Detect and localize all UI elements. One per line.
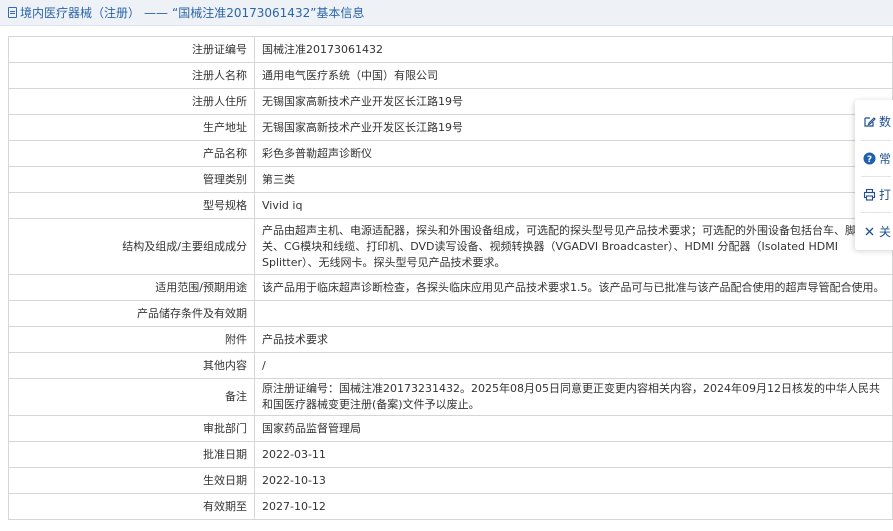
field-label: 管理类别 (8, 166, 255, 193)
field-value (254, 300, 893, 327)
table-row: 注册证编号 国械注准20173061432 (8, 36, 893, 63)
field-label: 产品名称 (8, 140, 255, 167)
field-label: 批准日期 (8, 441, 255, 468)
field-value: / (254, 352, 893, 379)
field-label: 注册人住所 (8, 88, 255, 115)
float-divider (861, 176, 891, 177)
field-value: 国家药品监督管理局 (254, 415, 893, 442)
table-row: 批准日期 2022-03-11 (8, 441, 893, 468)
float-divider (861, 140, 891, 141)
table-row: 适用范围/预期用途 该产品用于临床超声诊断检查，各探头临床应用见产品技术要求1.… (8, 274, 893, 301)
table-row: 管理类别 第三类 (8, 166, 893, 193)
field-value: Vivid iq (254, 192, 893, 219)
field-value: 无锡国家高新技术产业开发区长江路19号 (254, 114, 893, 141)
field-value: 通用电气医疗系统（中国）有限公司 (254, 62, 893, 89)
field-label: 生产地址 (8, 114, 255, 141)
field-value: 该产品用于临床超声诊断检查，各探头临床应用见产品技术要求1.5。该产品可与已批准… (254, 274, 893, 301)
field-label: 注册证编号 (8, 36, 255, 63)
field-value: 无锡国家高新技术产业开发区长江路19号 (254, 88, 893, 115)
float-item-label: 常 (879, 151, 892, 166)
float-print-button[interactable]: 打 (855, 180, 893, 208)
field-label: 产品储存条件及有效期 (8, 300, 255, 327)
table-row: 其他内容 / (8, 352, 893, 379)
breadcrumb-category[interactable]: 境内医疗器械（注册） (20, 4, 140, 21)
table-row: 备注 原注册证编号：国械注准20173231432。2025年08月05日同意更… (8, 378, 893, 416)
page-title: “国械注准20173061432”基本信息 (172, 6, 365, 20)
table-row: 审批部门 国家药品监督管理局 (8, 415, 893, 442)
table-row: 生产地址 无锡国家高新技术产业开发区长江路19号 (8, 114, 893, 141)
registration-detail-table: 注册证编号 国械注准20173061432 注册人名称 通用电气医疗系统（中国）… (8, 36, 893, 520)
field-label: 生效日期 (8, 467, 255, 494)
float-item-label: 打 (879, 187, 892, 202)
floating-toolbar: 数 ? 常 打 关 (855, 100, 893, 250)
table-row: 附件 产品技术要求 (8, 326, 893, 353)
float-item-label: 关 (879, 224, 892, 239)
field-label: 有效期至 (8, 493, 255, 520)
field-value: 产品由超声主机、电源适配器，探头和外围设备组成，可选配的探头型号见产品技术要求；… (254, 218, 893, 275)
float-item-label: 数 (879, 114, 892, 129)
breadcrumb-separator: —— (144, 5, 169, 20)
field-value: 2022-03-11 (254, 441, 893, 468)
field-label: 型号规格 (8, 192, 255, 219)
table-row: 产品储存条件及有效期 (8, 300, 893, 327)
table-row: 注册人名称 通用电气医疗系统（中国）有限公司 (8, 62, 893, 89)
table-row: 结构及组成/主要组成成分 产品由超声主机、电源适配器，探头和外围设备组成，可选配… (8, 218, 893, 275)
svg-text:?: ? (866, 155, 871, 165)
table-row: 生效日期 2022-10-13 (8, 467, 893, 494)
field-value: 国械注准20173061432 (254, 36, 893, 63)
field-label: 备注 (8, 378, 255, 416)
close-icon (862, 224, 876, 238)
help-icon: ? (862, 151, 876, 165)
field-label: 适用范围/预期用途 (8, 274, 255, 301)
print-icon (862, 187, 876, 201)
table-row: 型号规格 Vivid iq (8, 192, 893, 219)
float-data-button[interactable]: 数 (855, 107, 893, 135)
field-value: 2022-10-13 (254, 467, 893, 494)
field-value: 产品技术要求 (254, 326, 893, 353)
table-row: 有效期至 2027-10-12 (8, 493, 893, 520)
float-divider (861, 212, 891, 213)
field-value: 彩色多普勒超声诊断仪 (254, 140, 893, 167)
field-label: 结构及组成/主要组成成分 (8, 218, 255, 275)
edit-icon (862, 114, 876, 128)
field-label: 注册人名称 (8, 62, 255, 89)
float-close-button[interactable]: 关 (855, 217, 893, 245)
field-label: 附件 (8, 326, 255, 353)
field-value: 2027-10-12 (254, 493, 893, 520)
field-value: 原注册证编号：国械注准20173231432。2025年08月05日同意更正变更… (254, 378, 893, 416)
field-label: 其他内容 (8, 352, 255, 379)
page-header: 境内医疗器械（注册） —— “国械注准20173061432”基本信息 (0, 0, 893, 26)
field-value: 第三类 (254, 166, 893, 193)
float-help-button[interactable]: ? 常 (855, 144, 893, 172)
table-row: 注册人住所 无锡国家高新技术产业开发区长江路19号 (8, 88, 893, 115)
table-row: 产品名称 彩色多普勒超声诊断仪 (8, 140, 893, 167)
field-label: 审批部门 (8, 415, 255, 442)
document-icon (8, 7, 17, 18)
